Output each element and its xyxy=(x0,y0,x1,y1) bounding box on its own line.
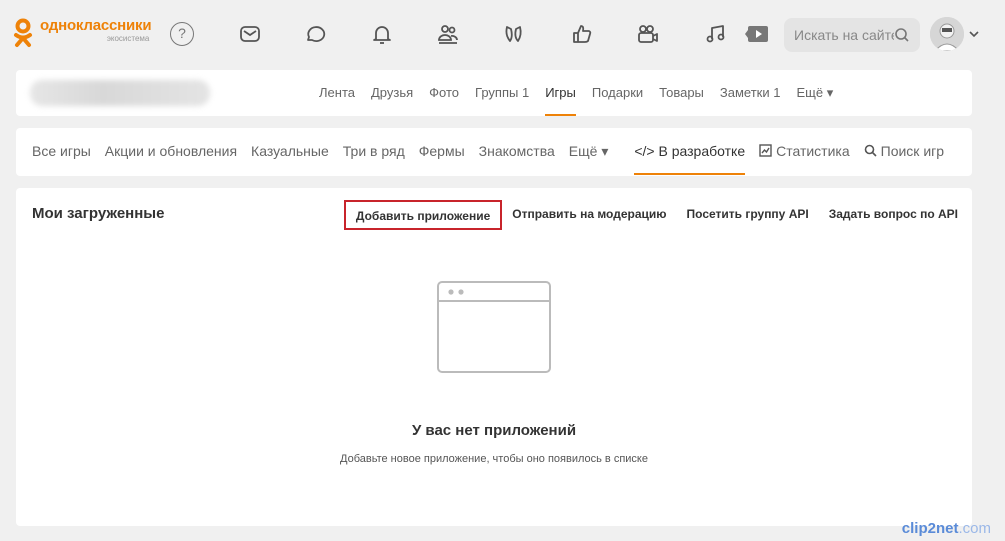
clip2net-watermark: clip2net.com xyxy=(902,520,991,537)
tab-feed[interactable]: Лента xyxy=(319,70,355,116)
tab-game-search[interactable]: Поиск игр xyxy=(864,127,944,175)
visit-api-group-link[interactable]: Посетить группу API xyxy=(687,200,809,230)
top-bar: одноклассники экосистема ? xyxy=(0,0,1005,68)
site-search xyxy=(784,18,920,52)
tab-notes[interactable]: Заметки 1 xyxy=(720,70,781,116)
tab-casual[interactable]: Казуальные xyxy=(251,127,329,175)
ok-logo-icon xyxy=(12,18,34,48)
tab-game-search-label: Поиск игр xyxy=(880,143,945,159)
tab-groups[interactable]: Группы 1 xyxy=(475,70,529,116)
tab-games[interactable]: Игры xyxy=(545,70,576,116)
search-icon xyxy=(864,144,877,157)
tab-dating[interactable]: Знакомства xyxy=(479,127,555,175)
tab-games-more[interactable]: Ещё ▾ xyxy=(569,127,609,175)
music-icon[interactable] xyxy=(702,20,730,48)
my-uploads-panel: Мои загруженные Добавить приложение Отпр… xyxy=(16,188,972,526)
profile-tabs: Лента Друзья Фото Группы 1 Игры Подарки … xyxy=(319,70,849,116)
tab-more[interactable]: Ещё ▾ xyxy=(796,70,833,116)
mail-icon[interactable] xyxy=(236,20,264,48)
avatar[interactable] xyxy=(930,17,964,51)
tab-statistics[interactable]: Статистика xyxy=(759,127,850,175)
add-app-button[interactable]: Добавить приложение xyxy=(343,200,503,230)
tab-statistics-label: Статистика xyxy=(776,143,850,159)
games-tabs: Все игры Акции и обновления Казуальные Т… xyxy=(32,127,944,175)
send-to-moderation-link[interactable]: Отправить на модерацию xyxy=(512,200,666,230)
ask-api-question-link[interactable]: Задать вопрос по API xyxy=(829,200,958,230)
empty-state-title: У вас нет приложений xyxy=(411,422,577,439)
empty-state-subtitle: Добавьте новое приложение, чтобы оно поя… xyxy=(340,453,648,465)
chevron-down-icon[interactable] xyxy=(968,28,980,40)
watermark-suffix: .com xyxy=(958,520,991,537)
search-input[interactable] xyxy=(794,25,894,45)
search-icon[interactable] xyxy=(894,27,910,43)
friends-icon[interactable] xyxy=(434,20,462,48)
tab-match-three[interactable]: Три в ряд xyxy=(343,127,405,175)
video-icon[interactable] xyxy=(634,20,662,48)
tab-friends[interactable]: Друзья xyxy=(371,70,413,116)
chat-icon[interactable] xyxy=(301,20,329,48)
tab-in-development[interactable]: </> В разработке xyxy=(634,127,745,175)
tab-goods[interactable]: Товары xyxy=(659,70,704,116)
page-title: Мои загруженные xyxy=(32,205,165,222)
tab-photos[interactable]: Фото xyxy=(429,70,459,116)
profile-name-blurred xyxy=(30,80,210,106)
logo-subtitle: экосистема xyxy=(106,34,150,43)
tab-gifts[interactable]: Подарки xyxy=(592,70,643,116)
play-icon[interactable] xyxy=(744,20,772,48)
bell-icon[interactable] xyxy=(368,20,396,48)
chart-icon xyxy=(759,144,772,157)
tab-all-games[interactable]: Все игры xyxy=(32,127,91,175)
tab-farms[interactable]: Фермы xyxy=(419,127,465,175)
logo-name: одноклассники xyxy=(40,17,152,34)
like-icon[interactable] xyxy=(568,20,596,48)
ok-logo[interactable]: одноклассники экосистема xyxy=(12,17,152,48)
empty-window-icon xyxy=(437,281,551,373)
guests-icon[interactable] xyxy=(500,20,528,48)
profile-nav-bar: Лента Друзья Фото Группы 1 Игры Подарки … xyxy=(16,70,972,116)
tab-promotions[interactable]: Акции и обновления xyxy=(105,127,237,175)
panel-actions: Добавить приложение Отправить на модерац… xyxy=(343,200,958,230)
help-icon[interactable]: ? xyxy=(170,22,194,46)
games-nav-bar: Все игры Акции и обновления Казуальные Т… xyxy=(16,128,972,176)
watermark-brand: clip2net xyxy=(901,520,959,537)
